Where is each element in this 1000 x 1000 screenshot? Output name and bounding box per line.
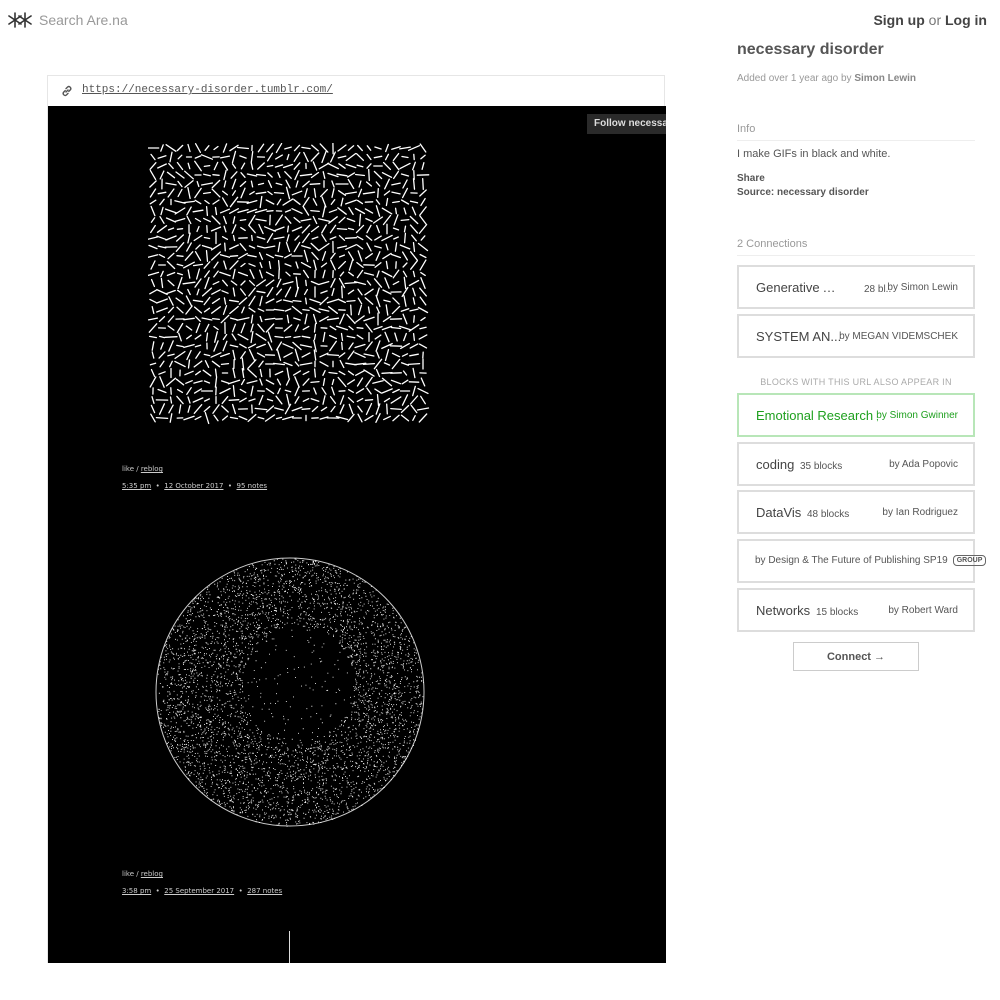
website-preview[interactable]: Follow necessary-disorder like / reblog … xyxy=(48,106,666,963)
info-heading: Info xyxy=(737,123,975,141)
block-frame: https://necessary-disorder.tumblr.com/ F… xyxy=(47,75,666,963)
channel-owner: by Simon Gwinner xyxy=(876,410,958,421)
reblog-link[interactable]: reblog xyxy=(141,465,163,473)
connection-channel-card[interactable]: SYSTEM AN... by MEGAN VIDEMSCHEK xyxy=(737,314,975,358)
channel-name: SYSTEM AN... xyxy=(756,329,842,344)
source-url-link[interactable]: https://necessary-disorder.tumblr.com/ xyxy=(82,84,333,96)
bullet: • xyxy=(153,482,165,490)
connections-heading: 2 Connections xyxy=(737,238,975,256)
reblog-link[interactable]: reblog xyxy=(141,870,163,878)
link-icon xyxy=(62,85,72,97)
auth-or-text: or xyxy=(928,12,942,28)
bullet: • xyxy=(153,887,165,895)
follow-button[interactable]: Follow necessary-disorder xyxy=(587,114,666,134)
particle-sphere-gif-image xyxy=(155,557,425,827)
channel-owner: by Ada Popovic xyxy=(889,459,958,470)
channel-owner: by Robert Ward xyxy=(888,605,958,616)
channel-block-count: 15 blocks xyxy=(816,607,859,618)
post-1-actions: like / reblog xyxy=(122,465,163,473)
block-description: I make GIFs in black and white. xyxy=(737,148,891,160)
channel-block-count: 35 blocks xyxy=(800,461,843,472)
source-line[interactable]: Source: necessary disorder xyxy=(737,187,869,198)
added-text: Added over 1 year ago by xyxy=(737,73,852,84)
post-date[interactable]: 12 October 2017 xyxy=(164,482,223,490)
bullet: • xyxy=(225,482,237,490)
group-name: by Design & The Future of Publishing SP1… xyxy=(755,555,948,567)
added-info: Added over 1 year ago by Simon Lewin xyxy=(737,73,916,84)
channel-owner: by Ian Rodriguez xyxy=(882,507,958,518)
post-2-actions: like / reblog xyxy=(122,870,163,878)
next-gif-partial xyxy=(289,931,290,963)
connection-channel-card[interactable]: Generative Artists 28 bl.. by Simon Lewi… xyxy=(737,265,975,309)
channel-name: Generative Artists xyxy=(756,280,842,295)
post-2-info: 3:58 pm • 25 September 2017 • 287 notes xyxy=(122,887,282,895)
channel-owner: by Design & The Future of Publishing SP1… xyxy=(755,555,987,567)
line-field-gif-image xyxy=(148,143,430,425)
channel-name: Networks xyxy=(756,603,811,618)
bullet: • xyxy=(236,887,248,895)
group-badge: GROUP xyxy=(952,555,987,566)
channel-name: DataVis xyxy=(756,505,802,520)
url-bar: https://necessary-disorder.tumblr.com/ xyxy=(48,76,664,106)
channel-owner: by Simon Lewin xyxy=(887,282,958,293)
post-time[interactable]: 3:58 pm xyxy=(122,887,151,895)
connect-button[interactable]: Connect → xyxy=(793,642,919,671)
block-title: necessary disorder xyxy=(737,41,884,58)
also-appear-channel-card[interactable]: Networks 15 blocks by Robert Ward xyxy=(737,588,975,632)
also-appear-channel-card[interactable]: coding 35 blocks by Ada Popovic xyxy=(737,442,975,486)
log-in-link[interactable]: Log in xyxy=(945,12,987,28)
also-appear-channel-card[interactable]: Emotional Research by Simon Gwinner , xyxy=(737,393,975,437)
channel-block-count: , xyxy=(876,412,879,423)
channel-owner: by MEGAN VIDEMSCHEK xyxy=(839,331,958,342)
also-appear-channel-card[interactable]: by Design & The Future of Publishing SP1… xyxy=(737,539,987,583)
post-time[interactable]: 5:35 pm xyxy=(122,482,151,490)
like-link[interactable]: like xyxy=(122,465,134,473)
channel-block-count: 48 blocks xyxy=(807,509,850,520)
post-notes[interactable]: 95 notes xyxy=(237,482,268,490)
added-by-user-link[interactable]: Simon Lewin xyxy=(854,73,916,84)
post-1-info: 5:35 pm • 12 October 2017 • 95 notes xyxy=(122,482,267,490)
also-appear-channel-card[interactable]: DataVis 48 blocks by Ian Rodriguez xyxy=(737,490,975,534)
separator: / xyxy=(134,870,141,878)
channel-name: Emotional Research xyxy=(756,408,874,423)
auth-links: Sign up or Log in xyxy=(873,12,987,28)
also-appear-heading: BLOCKS WITH THIS URL ALSO APPEAR IN xyxy=(760,377,952,387)
post-notes[interactable]: 287 notes xyxy=(247,887,282,895)
arena-logo-icon[interactable] xyxy=(8,11,32,29)
sign-up-link[interactable]: Sign up xyxy=(873,12,924,28)
channel-name: coding xyxy=(756,457,795,472)
post-date[interactable]: 25 September 2017 xyxy=(164,887,234,895)
separator: / xyxy=(134,465,141,473)
like-link[interactable]: like xyxy=(122,870,134,878)
top-bar: Sign up or Log in xyxy=(0,0,1000,40)
share-link[interactable]: Share xyxy=(737,173,765,184)
search-input[interactable] xyxy=(39,11,339,29)
